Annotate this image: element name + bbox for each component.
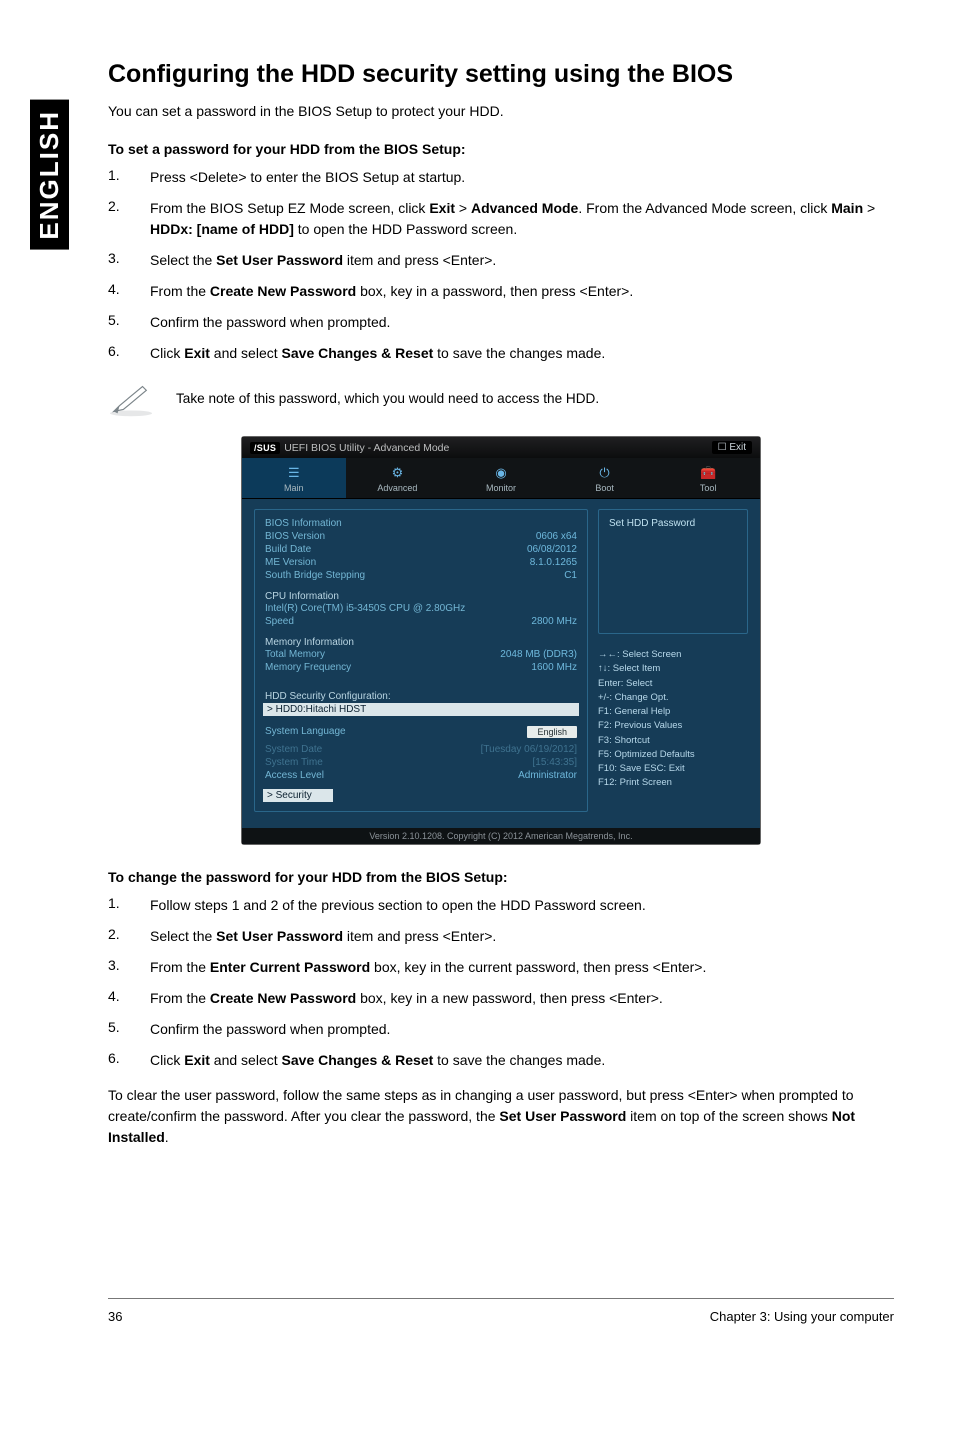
gears-icon: ⚙: [392, 465, 404, 480]
page-number: 36: [108, 1309, 122, 1324]
step-text: From the Create New Password box, key in…: [150, 281, 894, 302]
bios-title-text: UEFI BIOS Utility - Advanced Mode: [284, 442, 449, 454]
bios-help-panel: Set HDD Password →←: Select Screen ↑↓: S…: [598, 509, 748, 812]
step-text: Follow steps 1 and 2 of the previous sec…: [150, 895, 894, 916]
step-text: Press <Delete> to enter the BIOS Setup a…: [150, 167, 894, 188]
bios-security-item[interactable]: > Security: [263, 789, 333, 802]
final-paragraph: To clear the user password, follow the s…: [108, 1085, 894, 1148]
bios-hdd-item[interactable]: > HDD0:Hitachi HDST: [263, 703, 579, 716]
step-num: 4.: [108, 988, 150, 1009]
note-text: Take note of this password, which you wo…: [176, 391, 599, 406]
bios-lang-value[interactable]: English: [527, 726, 577, 738]
tab-monitor[interactable]: ◉Monitor: [449, 458, 553, 498]
step-num: 2.: [108, 198, 150, 240]
bios-value: 0606 x64: [536, 531, 577, 542]
step-text: From the BIOS Setup EZ Mode screen, clic…: [150, 198, 894, 240]
step-num: 6.: [108, 343, 150, 364]
step-num: 2.: [108, 926, 150, 947]
page-footer: 36 Chapter 3: Using your computer: [108, 1298, 894, 1324]
chapter-label: Chapter 3: Using your computer: [710, 1309, 894, 1324]
bios-titlebar: /SUS UEFI BIOS Utility - Advanced Mode ☐…: [242, 437, 760, 458]
bios-label: Intel(R) Core(TM) i5-3450S CPU @ 2.80GHz: [265, 603, 465, 614]
bios-label: Memory Information: [265, 637, 577, 648]
bios-label: Total Memory: [265, 649, 325, 660]
step-text: From the Create New Password box, key in…: [150, 988, 894, 1009]
bios-label: CPU Information: [265, 591, 577, 602]
step-text: Select the Set User Password item and pr…: [150, 250, 894, 271]
step-num: 6.: [108, 1050, 150, 1071]
bios-exit-button[interactable]: ☐ Exit: [712, 441, 752, 454]
step-num: 4.: [108, 281, 150, 302]
bios-label: South Bridge Stepping: [265, 570, 365, 581]
step-text: Select the Set User Password item and pr…: [150, 926, 894, 947]
bios-footer: Version 2.10.1208. Copyright (C) 2012 Am…: [242, 828, 760, 844]
step-num: 5.: [108, 312, 150, 333]
bios-value: 1600 MHz: [531, 662, 577, 673]
steps-list-1: 1.Press <Delete> to enter the BIOS Setup…: [108, 167, 894, 364]
bios-value: 8.1.0.1265: [530, 557, 577, 568]
bios-label: System Date: [265, 744, 322, 755]
steps-list-2: 1.Follow steps 1 and 2 of the previous s…: [108, 895, 894, 1071]
bios-main-panel: BIOS Information BIOS Version 0606 x64 Bu…: [254, 509, 588, 812]
bios-label: Access Level: [265, 770, 324, 781]
step-num: 1.: [108, 167, 150, 188]
bios-label: HDD Security Configuration:: [265, 691, 577, 702]
bios-value: 2800 MHz: [531, 616, 577, 627]
section2-title: To change the password for your HDD from…: [108, 869, 894, 885]
bios-value: Administrator: [518, 770, 577, 781]
tab-boot[interactable]: ⏻Boot: [553, 458, 657, 498]
tab-tool[interactable]: 🧰Tool: [656, 458, 760, 498]
step-num: 5.: [108, 1019, 150, 1040]
bios-label: BIOS Version: [265, 531, 325, 542]
bios-label: System Time: [265, 757, 323, 768]
page-title: Configuring the HDD security setting usi…: [108, 60, 894, 89]
tab-main[interactable]: ☰Main: [242, 458, 346, 498]
power-icon: ⏻: [599, 465, 609, 480]
bios-value: [Tuesday 06/19/2012]: [481, 744, 577, 755]
bios-label: ME Version: [265, 557, 316, 568]
step-num: 3.: [108, 250, 150, 271]
language-tab: ENGLISH: [30, 100, 69, 250]
pencil-icon: [108, 378, 154, 418]
step-text: Click Exit and select Save Changes & Res…: [150, 1050, 894, 1071]
bios-tabs: ☰Main ⚙Advanced ◉Monitor ⏻Boot 🧰Tool: [242, 458, 760, 499]
step-text: Confirm the password when prompted.: [150, 1019, 894, 1040]
intro-text: You can set a password in the BIOS Setup…: [108, 103, 894, 119]
bios-label: Speed: [265, 616, 294, 627]
step-text: Confirm the password when prompted.: [150, 312, 894, 333]
page-content: Configuring the HDD security setting usi…: [108, 60, 894, 1324]
gauge-icon: ◉: [495, 465, 506, 480]
step-num: 3.: [108, 957, 150, 978]
bios-body: BIOS Information BIOS Version 0606 x64 Bu…: [242, 499, 760, 828]
bios-value: [15:43:35]: [533, 757, 577, 768]
asus-logo: /SUS: [250, 442, 280, 454]
bios-help-title: Set HDD Password: [598, 509, 748, 634]
step-num: 1.: [108, 895, 150, 916]
note-callout: Take note of this password, which you wo…: [108, 378, 894, 418]
toolbox-icon: 🧰: [700, 465, 716, 480]
bios-label: Build Date: [265, 544, 311, 555]
tab-advanced[interactable]: ⚙Advanced: [346, 458, 450, 498]
bios-key-hints: →←: Select Screen ↑↓: Select Item Enter:…: [598, 648, 748, 791]
bios-value: C1: [564, 570, 577, 581]
bios-value: 2048 MB (DDR3): [500, 649, 577, 660]
bios-value: 06/08/2012: [527, 544, 577, 555]
bios-label: Memory Frequency: [265, 662, 351, 673]
bios-screenshot: /SUS UEFI BIOS Utility - Advanced Mode ☐…: [241, 436, 761, 845]
list-icon: ☰: [288, 465, 300, 480]
step-text: Click Exit and select Save Changes & Res…: [150, 343, 894, 364]
bios-label: System Language: [265, 726, 346, 738]
step-text: From the Enter Current Password box, key…: [150, 957, 894, 978]
section1-title: To set a password for your HDD from the …: [108, 141, 894, 157]
bios-label: BIOS Information: [265, 518, 342, 529]
